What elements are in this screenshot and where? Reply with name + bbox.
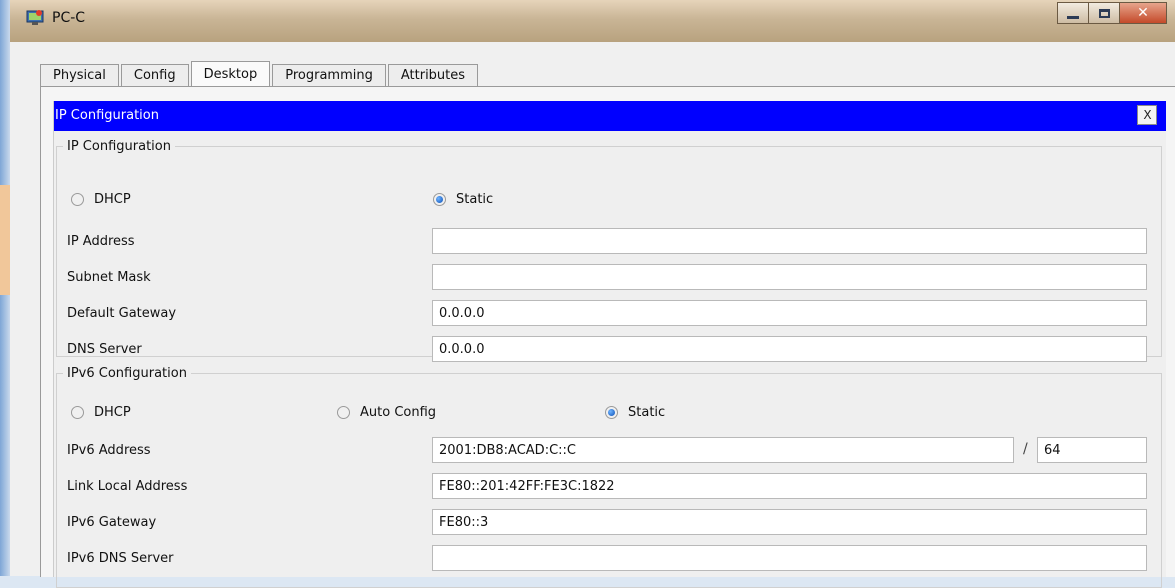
ipv6-dhcp-radio-indicator bbox=[71, 406, 84, 419]
ip-address-label: IP Address bbox=[67, 234, 135, 249]
ipv6-dhcp-radio[interactable]: DHCP bbox=[71, 405, 131, 420]
ipv6-gateway-row: IPv6 Gateway bbox=[57, 509, 1161, 537]
ipv4-static-label: Static bbox=[456, 192, 494, 207]
subnet-mask-input[interactable] bbox=[432, 264, 1147, 290]
ipv4-group-legend: IP Configuration bbox=[67, 139, 171, 154]
ipv6-gateway-label: IPv6 Gateway bbox=[67, 515, 157, 530]
tab-physical[interactable]: Physical bbox=[40, 64, 119, 86]
tab-desktop[interactable]: Desktop bbox=[190, 61, 271, 87]
ip-configuration-window: IP Configuration X IP Configuration DHCP… bbox=[53, 101, 1166, 588]
subnet-mask-label: Subnet Mask bbox=[67, 270, 151, 285]
packet-tracer-pc-icon bbox=[26, 10, 44, 25]
window-titlebar[interactable]: PC-C ✕ bbox=[10, 0, 1175, 43]
device-window: Physical Config Desktop Programming Attr… bbox=[10, 42, 1175, 588]
prefix-separator: / bbox=[1023, 441, 1028, 457]
tab-config[interactable]: Config bbox=[120, 64, 189, 86]
ip-address-input[interactable] bbox=[432, 228, 1147, 254]
dns-server-input[interactable] bbox=[432, 336, 1147, 362]
window-title: PC-C bbox=[52, 10, 86, 26]
tab-attributes[interactable]: Attributes bbox=[387, 64, 479, 86]
dns-server-label: DNS Server bbox=[67, 342, 142, 357]
ipv6-dns-server-row: IPv6 DNS Server bbox=[57, 545, 1161, 573]
minimize-button[interactable] bbox=[1057, 2, 1089, 24]
ipv6-static-radio[interactable]: Static bbox=[605, 405, 665, 420]
ip-configuration-header: IP Configuration X bbox=[54, 101, 1166, 131]
ipv6-dhcp-label: DHCP bbox=[94, 405, 131, 420]
ip-configuration-title: IP Configuration bbox=[55, 108, 159, 123]
ipv4-static-radio[interactable]: Static bbox=[433, 192, 493, 207]
ipv6-prefix-length-input[interactable] bbox=[1037, 437, 1147, 463]
default-gateway-label: Default Gateway bbox=[67, 306, 177, 321]
maximize-button[interactable] bbox=[1089, 2, 1120, 24]
tab-bar: Physical Config Desktop Programming Attr… bbox=[40, 60, 480, 87]
ipv4-dhcp-label: DHCP bbox=[94, 192, 131, 207]
default-gateway-row: Default Gateway bbox=[57, 300, 1161, 328]
ip-address-row: IP Address bbox=[57, 228, 1161, 256]
maximize-icon bbox=[1098, 8, 1110, 18]
ipv6-group-legend: IPv6 Configuration bbox=[67, 366, 187, 381]
desktop-tab-panel: IP Configuration X IP Configuration DHCP… bbox=[40, 86, 1175, 588]
ipv6-static-label: Static bbox=[628, 405, 666, 420]
ipv4-dhcp-radio-indicator bbox=[71, 193, 84, 206]
desktop-background-strip bbox=[0, 0, 10, 576]
link-local-row: Link Local Address bbox=[57, 473, 1161, 501]
ipv6-configuration-group: IPv6 Configuration DHCP Auto Config Stat… bbox=[56, 366, 1162, 588]
ipv6-dns-server-input[interactable] bbox=[432, 545, 1147, 571]
ipv6-address-row: IPv6 Address / bbox=[57, 437, 1161, 465]
ipv6-auto-config-radio[interactable]: Auto Config bbox=[337, 405, 436, 420]
minimize-icon bbox=[1067, 15, 1079, 19]
ipv6-auto-config-radio-indicator bbox=[337, 406, 350, 419]
close-ip-config-button[interactable]: X bbox=[1137, 105, 1157, 125]
ipv6-auto-config-label: Auto Config bbox=[360, 405, 437, 420]
desktop-background-accent bbox=[0, 185, 10, 295]
ipv6-gateway-input[interactable] bbox=[432, 509, 1147, 535]
dns-server-row: DNS Server bbox=[57, 336, 1161, 364]
tab-programming[interactable]: Programming bbox=[272, 64, 386, 86]
subnet-mask-row: Subnet Mask bbox=[57, 264, 1161, 292]
default-gateway-input[interactable] bbox=[432, 300, 1147, 326]
close-window-button[interactable]: ✕ bbox=[1120, 2, 1167, 24]
ipv6-static-radio-indicator bbox=[605, 406, 618, 419]
link-local-address-label: Link Local Address bbox=[67, 479, 188, 494]
ipv4-dhcp-radio[interactable]: DHCP bbox=[71, 192, 131, 207]
ipv6-dns-server-label: IPv6 DNS Server bbox=[67, 551, 174, 566]
ipv4-configuration-group: IP Configuration DHCP Static IP Address … bbox=[56, 139, 1162, 362]
ipv6-address-input[interactable] bbox=[432, 437, 1014, 463]
close-icon: ✕ bbox=[1137, 5, 1149, 21]
ipv6-address-label: IPv6 Address bbox=[67, 443, 151, 458]
link-local-address-input[interactable] bbox=[432, 473, 1147, 499]
ipv4-static-radio-indicator bbox=[433, 193, 446, 206]
window-controls: ✕ bbox=[1057, 2, 1167, 26]
